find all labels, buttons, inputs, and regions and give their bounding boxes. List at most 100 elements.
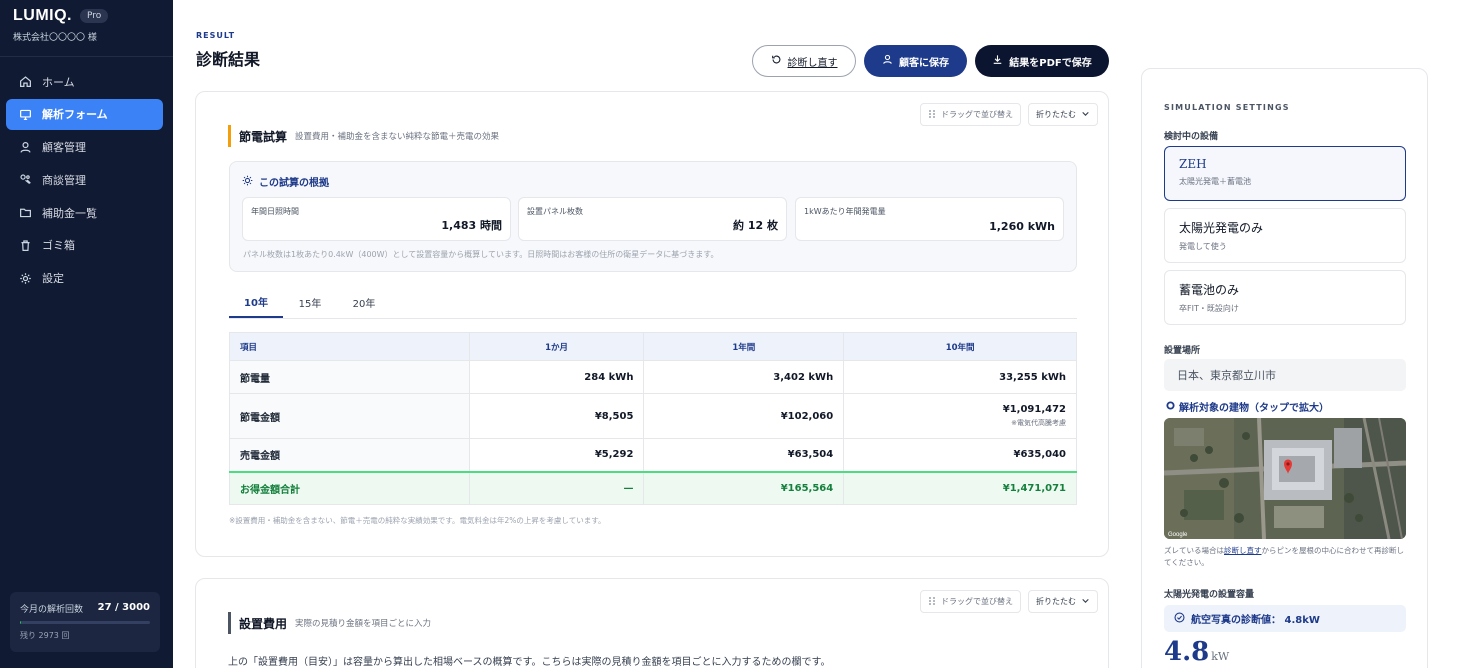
equipment-name: ZEH bbox=[1179, 157, 1207, 171]
section-subtitle: 実際の見積り金額を項目ごとに入力 bbox=[295, 619, 432, 629]
equipment-option-solar-only[interactable]: 太陽光発電のみ 発電して使う bbox=[1164, 208, 1406, 263]
building-expand-link[interactable]: 解析対象の建物（タップで拡大） bbox=[1166, 399, 1329, 414]
sidebar-item-settings[interactable]: 設定 bbox=[6, 263, 163, 294]
download-icon bbox=[992, 54, 1003, 68]
capacity-value: 4.8 kW bbox=[1164, 637, 1229, 667]
user-icon bbox=[882, 54, 893, 68]
metric-annual-generation: 1kWあたり年間発電量 1,260 kWh bbox=[795, 197, 1064, 241]
drag-reorder-handle[interactable]: ドラッグで並び替え bbox=[920, 590, 1021, 613]
basis-note: パネル枚数は1枚あたり0.4kW（400W）として設置容量から概算しています。日… bbox=[243, 250, 719, 259]
gear-icon bbox=[18, 271, 32, 285]
capacity-number: 4.8 bbox=[1164, 637, 1210, 667]
sidebar-item-label: 設定 bbox=[42, 272, 64, 286]
sidebar-item-label: ゴミ箱 bbox=[42, 239, 75, 253]
section-accent-bar bbox=[228, 612, 231, 634]
usage-value: 27 / 3000 bbox=[97, 602, 150, 613]
sun-icon bbox=[242, 175, 253, 189]
result-eyebrow: RESULT bbox=[196, 31, 236, 40]
price-rise-note: ※電気代高騰考慮 bbox=[1011, 419, 1066, 427]
building-link-label: 解析対象の建物（タップで拡大） bbox=[1179, 403, 1329, 414]
aerial-map[interactable]: Google bbox=[1164, 418, 1406, 539]
diagnosis-text: 航空写真の診断値： 4.8kW bbox=[1191, 615, 1320, 626]
usage-remaining: 残り 2973 回 bbox=[20, 631, 70, 640]
equipment-desc: 卒FIT・既設向け bbox=[1179, 304, 1239, 313]
cell-total: ¥635,040 bbox=[843, 438, 1077, 472]
collapse-button[interactable]: 折りたたむ bbox=[1028, 103, 1098, 126]
savings-table: 項目 1か月 1年間 10年間 節電量 284 kWh 3,402 kWh 33… bbox=[229, 332, 1077, 505]
sidebar-item-subsidies[interactable]: 補助金一覧 bbox=[6, 197, 163, 228]
section-accent-bar bbox=[228, 125, 231, 147]
cell-yearly: 3,402 kWh bbox=[643, 360, 845, 394]
location-label: 設置場所 bbox=[1164, 346, 1201, 356]
tab-10-years[interactable]: 10年 bbox=[229, 287, 283, 318]
panel-title: SIMULATION SETTINGS bbox=[1164, 103, 1290, 112]
chevron-down-icon bbox=[1081, 596, 1090, 607]
drag-handle-icon bbox=[928, 596, 936, 608]
capacity-unit: kW bbox=[1211, 650, 1230, 663]
usage-progress-fill bbox=[20, 621, 22, 624]
equipment-option-zeh[interactable]: ZEH 太陽光発電＋蓄電池 bbox=[1164, 146, 1406, 201]
redo-diagnosis-button[interactable]: 診断し直す bbox=[752, 45, 856, 77]
equipment-option-battery-only[interactable]: 蓄電池のみ 卒FIT・既設向け bbox=[1164, 270, 1406, 325]
tab-15-years[interactable]: 15年 bbox=[283, 287, 337, 318]
metric-value: 1,483 時間 bbox=[441, 219, 502, 232]
sidebar-item-label: 商談管理 bbox=[42, 173, 86, 187]
main-content: RESULT 診断結果 診断し直す 顧客に保存 結果をPDFで保存 ドラッグで並… bbox=[173, 0, 1464, 668]
sidebar-item-label: 顧客管理 bbox=[42, 141, 86, 155]
ring-icon bbox=[1166, 400, 1175, 413]
usage-progress-bar bbox=[20, 621, 150, 624]
column-header: 1か月 bbox=[468, 332, 645, 361]
cell-yearly: ¥102,060 bbox=[643, 393, 845, 439]
redo-label: 診断し直す bbox=[787, 57, 838, 69]
monitor-icon bbox=[18, 107, 32, 121]
cell-monthly: ¥5,292 bbox=[468, 438, 645, 472]
sidebar-item-deals[interactable]: 商談管理 bbox=[6, 164, 163, 195]
installation-cost-card: ドラッグで並び替え 折りたたむ 設置費用 実際の見積り金額を項目ごとに入力 上の… bbox=[195, 578, 1109, 668]
save-pdf-button[interactable]: 結果をPDFで保存 bbox=[975, 45, 1109, 77]
save-label: 顧客に保存 bbox=[899, 57, 949, 69]
brand-logo[interactable]: LUMIQ. bbox=[13, 7, 72, 25]
map-note-redo-link[interactable]: 診断し直す bbox=[1224, 546, 1262, 555]
usage-label: 今月の解析回数 bbox=[20, 605, 84, 615]
sidebar-item-label: ホーム bbox=[42, 75, 75, 89]
sidebar-item-analysis-form[interactable]: 解析フォーム bbox=[6, 98, 163, 130]
table-row: 節電量 284 kWh 3,402 kWh 33,255 kWh bbox=[229, 360, 1077, 394]
tab-20-years[interactable]: 20年 bbox=[337, 287, 391, 318]
save-to-customer-button[interactable]: 顧客に保存 bbox=[864, 45, 967, 77]
drag-reorder-handle[interactable]: ドラッグで並び替え bbox=[920, 103, 1021, 126]
section-subtitle: 設置費用・補助金を含まない純粋な節電＋売電の効果 bbox=[295, 132, 500, 142]
page-title: 診断結果 bbox=[196, 50, 261, 69]
sidebar-item-trash[interactable]: ゴミ箱 bbox=[6, 230, 163, 261]
drag-handle-icon bbox=[928, 109, 936, 121]
pdf-label: 結果をPDFで保存 bbox=[1009, 57, 1092, 69]
table-header-row: 項目 1か月 1年間 10年間 bbox=[229, 332, 1077, 361]
column-header: 1年間 bbox=[643, 332, 845, 361]
user-icon bbox=[18, 140, 32, 154]
metric-value: 約 12 枚 bbox=[733, 219, 778, 232]
brand[interactable]: LUMIQ. Pro bbox=[13, 7, 109, 25]
location-field[interactable]: 日本、東京都立川市 bbox=[1164, 359, 1406, 391]
metric-panel-count: 設置パネル枚数 約 12 枚 bbox=[518, 197, 787, 241]
equipment-desc: 発電して使う bbox=[1179, 242, 1227, 251]
cell-yearly: ¥63,504 bbox=[643, 438, 845, 472]
section-title: 節電試算 bbox=[239, 129, 288, 144]
sidebar-item-home[interactable]: ホーム bbox=[6, 66, 163, 97]
plan-badge: Pro bbox=[80, 9, 109, 23]
section-title: 設置費用 bbox=[239, 616, 288, 631]
basis-title: この試算の根拠 bbox=[259, 178, 329, 189]
sidebar-item-label: 解析フォーム bbox=[42, 108, 108, 122]
sidebar-item-customers[interactable]: 顧客管理 bbox=[6, 132, 163, 163]
equipment-name: 蓄電池のみ bbox=[1179, 283, 1240, 297]
drag-label: ドラッグで並び替え bbox=[941, 597, 1013, 606]
table-total-row: お得金額合計 — ¥165,564 ¥1,471,071 bbox=[229, 470, 1077, 505]
collapse-button[interactable]: 折りたたむ bbox=[1028, 590, 1098, 613]
collapse-label: 折りたたむ bbox=[1036, 110, 1076, 119]
row-label: 節電量 bbox=[229, 360, 470, 394]
total-yearly: ¥165,564 bbox=[643, 470, 845, 505]
total-total: ¥1,471,071 bbox=[843, 470, 1077, 505]
capacity-title: 太陽光発電の設置容量 bbox=[1164, 590, 1255, 600]
table-row: 売電金額 ¥5,292 ¥63,504 ¥635,040 bbox=[229, 438, 1077, 472]
collapse-label: 折りたたむ bbox=[1036, 597, 1076, 606]
simulation-settings-panel: SIMULATION SETTINGS 検討中の設備 ZEH 太陽光発電＋蓄電池… bbox=[1141, 68, 1428, 668]
calculation-basis-box: この試算の根拠 年間日照時間 1,483 時間 設置パネル枚数 約 12 枚 1… bbox=[229, 161, 1077, 272]
